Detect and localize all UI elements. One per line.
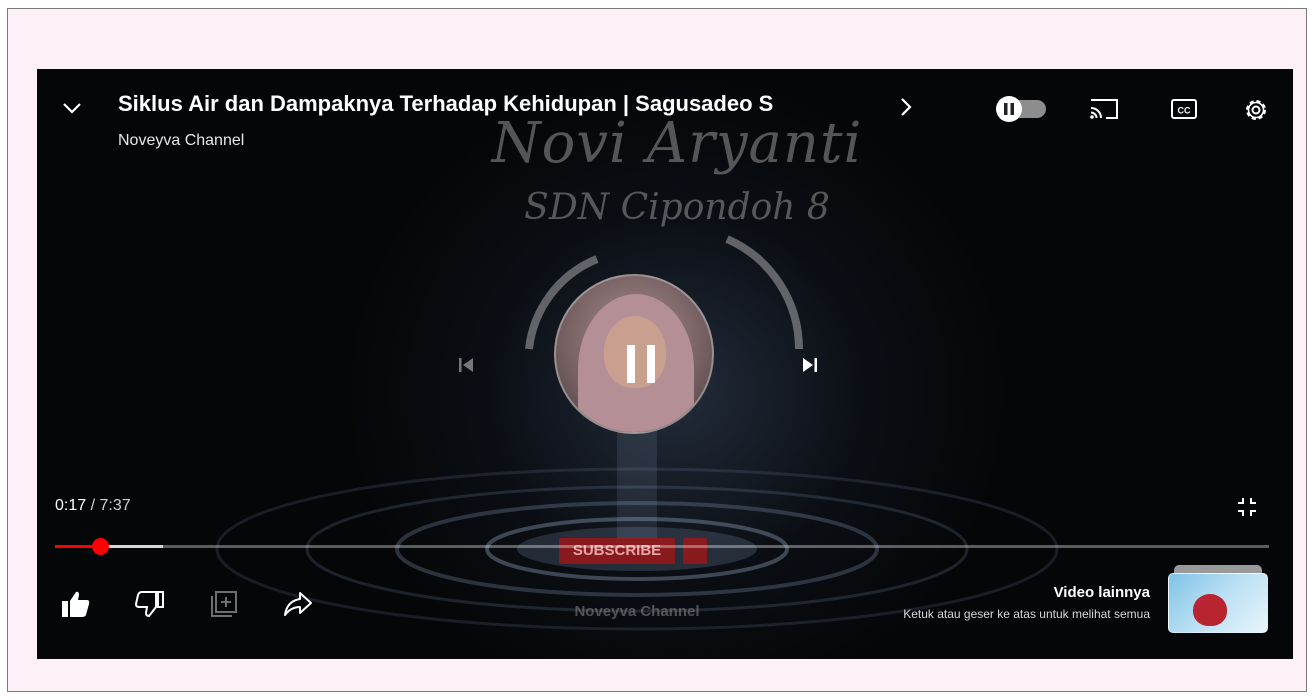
skip-next-icon[interactable]	[797, 352, 823, 383]
chevron-down-icon[interactable]	[59, 95, 85, 126]
video-title[interactable]: Siklus Air dan Dampaknya Terhadap Kehidu…	[118, 91, 858, 117]
watermark-name: Novi Aryanti	[491, 111, 863, 176]
cast-icon[interactable]	[1088, 96, 1120, 127]
more-videos-title[interactable]: Video lainnya	[1054, 584, 1150, 601]
duration: 7:37	[99, 497, 131, 514]
video-player[interactable]: Novi Aryanti SDN Cipondoh 8 SUBSCRIBE No…	[37, 69, 1293, 659]
pause-icon[interactable]	[617, 339, 667, 394]
thumbs-up-icon[interactable]	[59, 587, 93, 626]
time-separator: /	[86, 497, 100, 514]
skip-previous-icon[interactable]	[453, 352, 479, 383]
watermark-bell-icon	[683, 538, 707, 564]
more-videos-hint: Ketuk atau geser ke atas untuk melihat s…	[903, 607, 1150, 621]
scrub-handle[interactable]	[91, 538, 109, 555]
channel-name[interactable]: Noveyva Channel	[118, 132, 244, 150]
gear-icon[interactable]	[1240, 94, 1272, 131]
cc-icon[interactable]: CC	[1169, 97, 1199, 126]
progress-bar[interactable]	[55, 538, 1269, 555]
save-playlist-icon[interactable]	[207, 587, 241, 626]
thumbs-down-icon[interactable]	[133, 587, 167, 626]
watermark-school: SDN Cipondoh 8	[524, 187, 830, 228]
time-display: 0:17 / 7:37	[55, 497, 131, 515]
watermark-channel: Noveyva Channel	[574, 603, 700, 620]
more-videos-thumbnail[interactable]	[1168, 565, 1268, 633]
share-icon[interactable]	[281, 587, 315, 626]
watermark-subscribe: SUBSCRIBE	[559, 538, 675, 564]
autoplay-toggle[interactable]	[992, 95, 1050, 128]
exit-fullscreen-icon[interactable]	[1235, 495, 1259, 524]
chevron-right-icon[interactable]	[895, 94, 917, 125]
svg-text:CC: CC	[1178, 106, 1191, 116]
current-time: 0:17	[55, 497, 87, 514]
